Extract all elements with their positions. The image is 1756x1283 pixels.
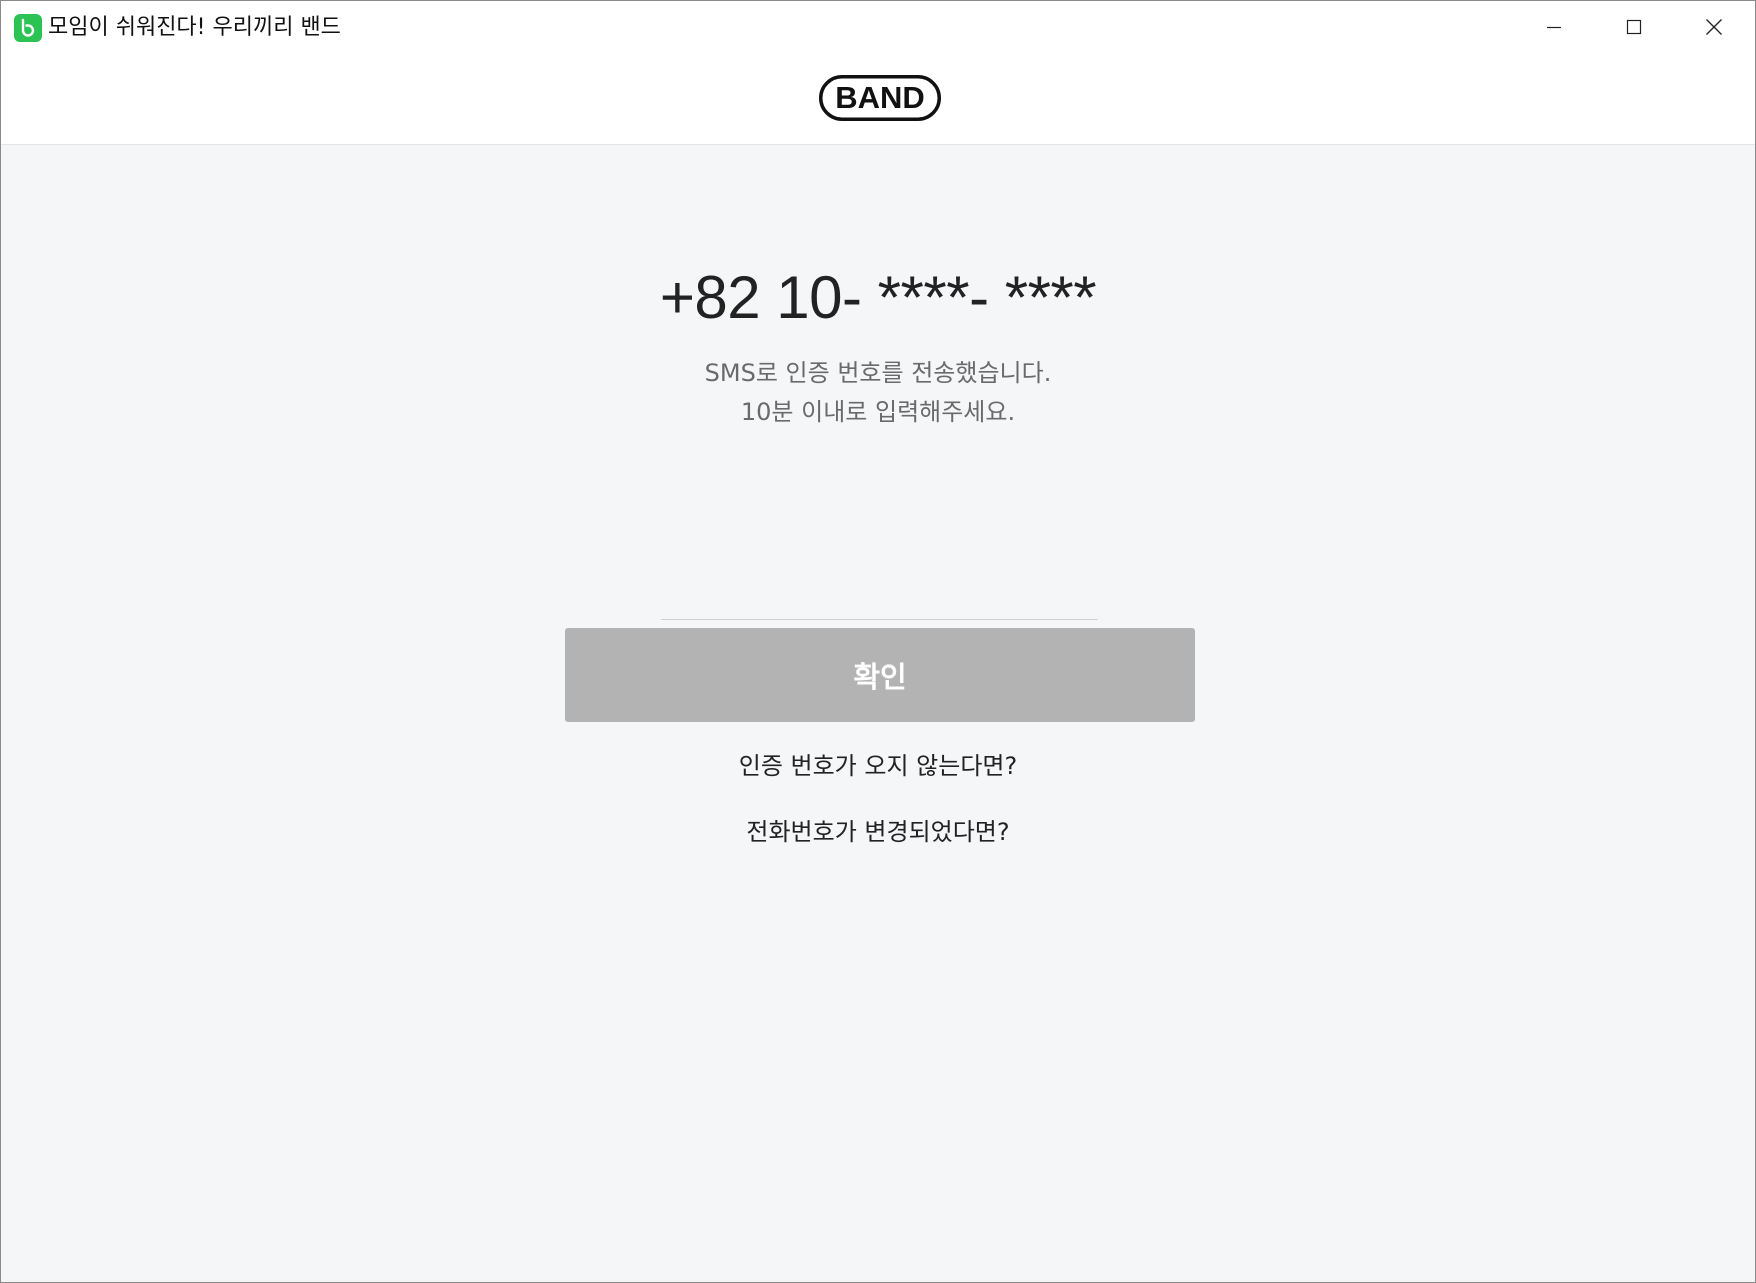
title-bar[interactable]: 모임이 쉬워진다! 우리끼리 밴드 <box>1 1 1755 53</box>
maximize-button[interactable] <box>1594 1 1674 53</box>
app-window: 모임이 쉬워진다! 우리끼리 밴드 BAND +82 10- ****- ***… <box>0 0 1756 1283</box>
sms-sent-message: SMS로 인증 번호를 전송했습니다. 10분 이내로 입력해주세요. <box>1 354 1755 432</box>
band-logo-text: BAND <box>835 80 925 115</box>
maximize-icon <box>1626 19 1642 35</box>
minimize-icon <box>1547 26 1561 29</box>
changed-number-link[interactable]: 전화번호가 변경되었다면? <box>1 815 1755 849</box>
band-app-icon <box>14 14 42 42</box>
verification-code-input[interactable] <box>661 575 1098 620</box>
sms-sent-message-line2: 10분 이내로 입력해주세요. <box>740 398 1016 426</box>
close-button[interactable] <box>1674 1 1754 53</box>
band-logo: BAND <box>819 75 941 121</box>
phone-number: +82 10- ****- **** <box>659 264 1097 331</box>
app-header: BAND <box>1 53 1755 145</box>
minimize-button[interactable] <box>1514 1 1594 53</box>
verification-panel: +82 10- ****- **** SMS로 인증 번호를 전송했습니다. 1… <box>1 145 1755 1282</box>
sms-sent-message-line1: SMS로 인증 번호를 전송했습니다. <box>704 359 1052 387</box>
window-title: 모임이 쉬워진다! 우리끼리 밴드 <box>48 15 341 40</box>
confirm-button[interactable]: 확인 <box>565 628 1195 722</box>
no-code-link[interactable]: 인증 번호가 오지 않는다면? <box>1 749 1755 783</box>
close-icon <box>1706 19 1722 35</box>
